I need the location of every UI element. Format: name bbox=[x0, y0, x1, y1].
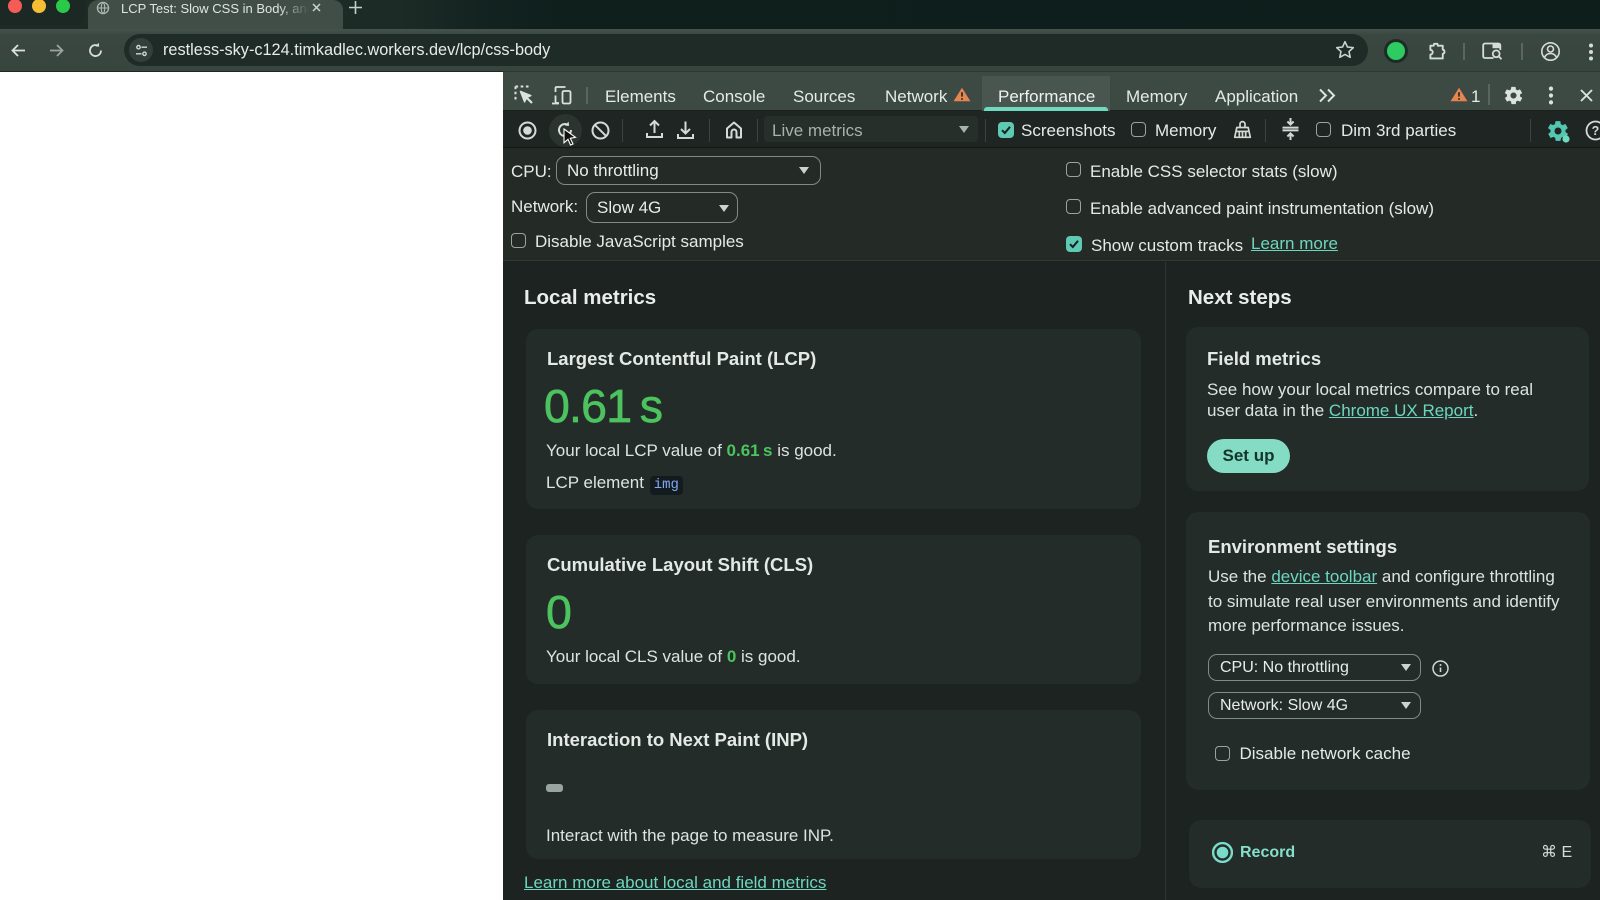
svg-text:?: ? bbox=[1592, 124, 1600, 138]
